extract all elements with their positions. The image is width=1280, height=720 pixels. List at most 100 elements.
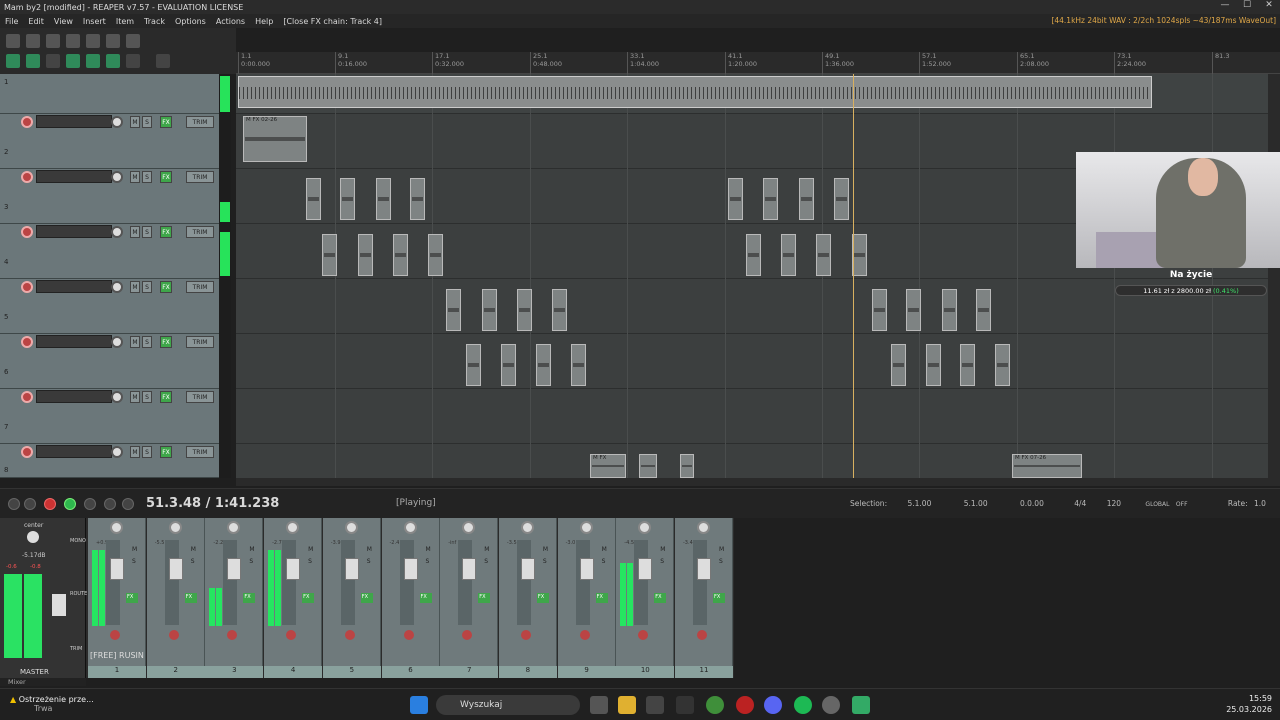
solo-button[interactable]: S — [142, 226, 152, 238]
new-project-icon[interactable] — [6, 34, 20, 48]
solo-button[interactable]: S — [132, 558, 136, 565]
mute-button[interactable]: M — [130, 336, 140, 348]
track-name-field[interactable] — [36, 335, 112, 348]
volume-fader[interactable] — [227, 558, 242, 580]
solo-button[interactable]: S — [191, 558, 195, 565]
menu-file[interactable]: File — [0, 17, 23, 26]
trim-button[interactable]: TRIM — [186, 336, 214, 348]
pan-knob[interactable] — [520, 521, 534, 534]
reaper-icon[interactable] — [852, 696, 870, 714]
redo-icon[interactable] — [106, 34, 120, 48]
audio-item[interactable] — [306, 178, 321, 220]
mixer-strip[interactable]: -inf M S FX 7 — [440, 518, 499, 678]
audio-item[interactable] — [728, 178, 743, 220]
solo-button[interactable]: S — [543, 558, 547, 565]
taskbar-search[interactable]: Wyszukaj — [436, 695, 580, 715]
mute-button[interactable]: M — [130, 171, 140, 183]
metronome-icon[interactable] — [126, 34, 140, 48]
audio-item[interactable] — [680, 454, 694, 478]
mixer-strip[interactable]: -3.0 M S FX 9 — [557, 518, 616, 678]
record-arm-button[interactable] — [520, 630, 531, 640]
audio-item[interactable] — [906, 289, 921, 331]
arrange-view[interactable]: M FX 02-26 M FX M FX 07-26 — [236, 74, 1268, 478]
mixer-strip[interactable]: -2.7 M S FX 4 — [264, 518, 323, 678]
audio-item[interactable] — [446, 289, 461, 331]
volume-fader[interactable] — [403, 558, 418, 580]
mute-button[interactable]: M — [130, 391, 140, 403]
warning-notification[interactable]: ▲ Ostrzeżenie prze... Trwa — [10, 695, 94, 713]
audio-status[interactable]: [44.1kHz 24bit WAV : 2/2ch 1024spls ~43/… — [1051, 16, 1276, 25]
spotify-icon[interactable] — [794, 696, 812, 714]
fx-button[interactable]: FX — [160, 336, 172, 348]
volume-knob[interactable] — [111, 226, 123, 238]
audio-item[interactable] — [376, 178, 391, 220]
record-arm-button[interactable] — [227, 630, 238, 640]
minimize-button[interactable]: — — [1214, 0, 1236, 10]
volume-knob[interactable] — [111, 281, 123, 293]
undo-icon[interactable] — [86, 34, 100, 48]
system-clock[interactable]: 15:59 25.03.2026 — [1226, 693, 1272, 715]
fx-button[interactable]: FX — [160, 446, 172, 458]
mute-button[interactable]: M — [719, 546, 724, 553]
trim-button[interactable]: TRIM — [186, 171, 214, 183]
record-arm-button[interactable] — [403, 630, 414, 640]
menu-item[interactable]: Item — [111, 17, 139, 26]
solo-button[interactable]: S — [249, 558, 253, 565]
pan-knob[interactable] — [697, 521, 710, 534]
grouping-icon[interactable] — [86, 54, 100, 68]
audio-item[interactable] — [872, 289, 887, 331]
volume-fader[interactable] — [462, 558, 477, 580]
time-position[interactable]: 51.3.48 / 1:41.238 — [146, 496, 279, 511]
fx-button[interactable]: FX — [160, 171, 172, 183]
audio-item[interactable] — [781, 234, 796, 276]
mute-button[interactable]: M — [130, 116, 140, 128]
trim-button[interactable]: TRIM — [186, 446, 214, 458]
ripple-icon[interactable] — [46, 54, 60, 68]
audio-item[interactable] — [816, 234, 831, 276]
track-name-field[interactable] — [36, 225, 112, 238]
go-start-button[interactable] — [8, 498, 20, 510]
mute-button[interactable]: M — [130, 226, 140, 238]
mixer-strip[interactable]: -3.9 M S FX 5 — [322, 518, 381, 678]
menu-edit[interactable]: Edit — [23, 17, 49, 26]
settings-icon[interactable] — [66, 34, 80, 48]
mute-button[interactable]: M — [426, 546, 431, 553]
audio-item[interactable] — [552, 289, 567, 331]
vertical-scrollbar[interactable] — [1268, 74, 1280, 478]
audio-item[interactable] — [410, 178, 425, 220]
solo-button[interactable]: S — [142, 446, 152, 458]
record-arm-button[interactable] — [21, 171, 33, 183]
mute-button[interactable]: M — [191, 546, 196, 553]
open-project-icon[interactable] — [26, 34, 40, 48]
store-icon[interactable] — [646, 696, 664, 714]
volume-knob[interactable] — [111, 171, 123, 183]
solo-button[interactable]: S — [367, 558, 371, 565]
track-header[interactable]: 1 — [0, 74, 219, 114]
volume-knob[interactable] — [111, 446, 123, 458]
pan-knob[interactable] — [110, 521, 123, 534]
solo-button[interactable]: S — [426, 558, 430, 565]
mute-button[interactable]: M — [130, 446, 140, 458]
menu-view[interactable]: View — [49, 17, 78, 26]
chrome-icon[interactable] — [706, 696, 724, 714]
mute-button[interactable]: M — [249, 546, 254, 553]
menu-help[interactable]: Help — [250, 17, 278, 26]
volume-knob[interactable] — [111, 116, 123, 128]
track-name-field[interactable] — [36, 445, 112, 458]
record-arm-button[interactable] — [110, 630, 120, 640]
timeline-ruler[interactable]: 1.1 0:00.000 9.1 0:16.000 17.1 0:32.000 … — [236, 52, 1280, 74]
audio-item[interactable]: M FX 07-26 — [1012, 454, 1082, 478]
audio-item[interactable] — [393, 234, 408, 276]
mute-button[interactable]: M — [660, 546, 665, 553]
opera-icon[interactable] — [736, 696, 754, 714]
solo-button[interactable]: S — [142, 391, 152, 403]
track-header[interactable]: 6 M S FX TRIM — [0, 334, 219, 389]
audio-item[interactable] — [926, 344, 941, 386]
audio-item-main[interactable] — [238, 76, 1152, 108]
audio-item[interactable] — [571, 344, 586, 386]
record-button[interactable] — [44, 498, 56, 510]
master-route-button[interactable]: ROUTE — [70, 591, 87, 597]
volume-knob[interactable] — [111, 336, 123, 348]
mute-button[interactable]: M — [602, 546, 607, 553]
record-arm-button[interactable] — [579, 630, 590, 640]
